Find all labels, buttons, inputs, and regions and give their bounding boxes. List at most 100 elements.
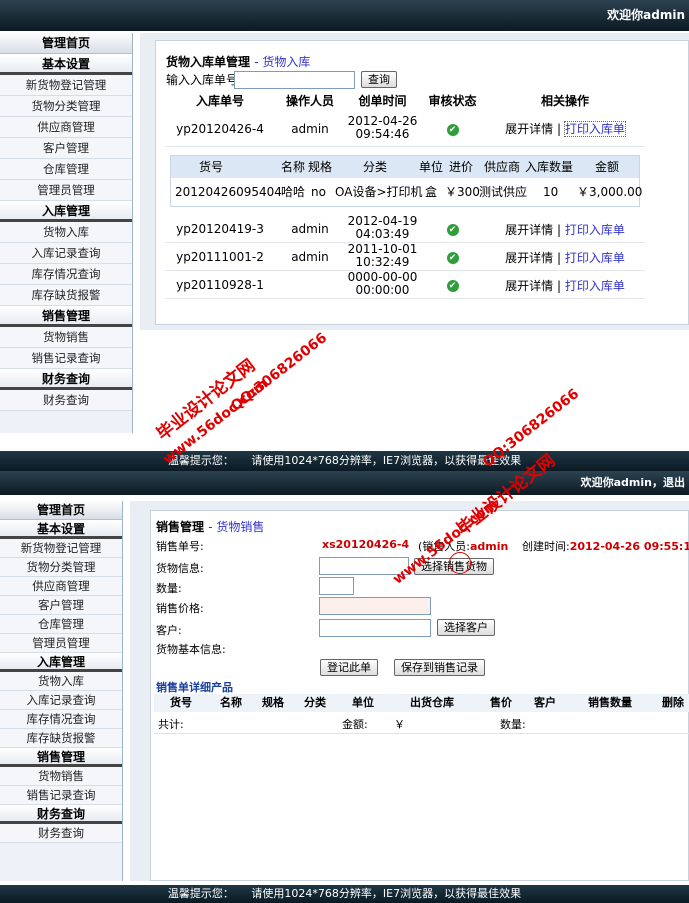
inbound-title-text: 货物入库单管理 <box>166 55 251 69</box>
expand-detail-link[interactable]: 展开详情 <box>505 279 553 293</box>
sidebar-item[interactable]: 客户管理 <box>0 138 132 159</box>
status-check-icon: ✔ <box>420 121 485 136</box>
price-label: 销售价格: <box>156 602 204 615</box>
sub-col: 供应商 <box>484 160 521 174</box>
detail-col: 删除 <box>662 696 684 709</box>
detail-col: 分类 <box>304 696 326 709</box>
staff-value: admin <box>470 540 509 553</box>
sub-cell: 盒 <box>425 185 438 199</box>
sidebar-item[interactable]: 入库记录查询 <box>0 691 122 710</box>
sub-cell: OA设备>打印机 <box>335 185 423 199</box>
sidebar-item[interactable]: 货物分类管理 <box>0 96 132 117</box>
register-button[interactable]: 登记此单 <box>320 659 378 676</box>
sidebar-item[interactable]: 新货物登记管理 <box>0 539 122 558</box>
row-clock: 04:03:49 <box>355 227 410 241</box>
sidebar-item[interactable]: 管理员管理 <box>0 634 122 653</box>
customer-input[interactable] <box>319 619 431 637</box>
sidebar-item[interactable]: 入库管理 <box>0 653 122 672</box>
save-sale-button[interactable]: 保存到销售记录 <box>394 659 485 676</box>
sidebar-bottom: 管理首页 基本设置 新货物登记管理 货物分类管理 供应商管理 客户管理 仓库管理 管理员管理入… <box>0 501 123 881</box>
sidebar-item[interactable]: 基本设置 <box>0 54 132 75</box>
sidebar-item[interactable]: 基本设置 <box>0 520 122 539</box>
sidebar-item[interactable]: 货物入库 <box>0 672 122 691</box>
detail-col: 名称 <box>220 696 242 709</box>
top-header-bar-2: 欢迎你admin，退出 <box>0 471 689 495</box>
print-inbound-link[interactable]: 打印入库单 <box>565 279 625 293</box>
total-label: 共计: <box>158 718 184 731</box>
sidebar-item[interactable]: 管理员管理 <box>0 180 132 201</box>
sidebar-item[interactable]: 财务查询 <box>0 369 132 390</box>
inbound-search-input[interactable] <box>234 71 355 89</box>
select-customer-button[interactable]: 选择客户 <box>437 619 495 636</box>
sidebar-item[interactable]: 仓库管理 <box>0 159 132 180</box>
sidebar-item[interactable]: 库存情况查询 <box>0 264 132 285</box>
qty-input[interactable] <box>319 577 354 595</box>
sub-cell: no <box>311 185 326 199</box>
sale-title: 销售管理 - 货物销售 <box>156 518 264 535</box>
sidebar-item[interactable]: 供应商管理 <box>0 577 122 596</box>
row-time: 2012-04-26 09:54:46 <box>345 115 420 141</box>
row-actions: 展开详情 | 打印入库单 <box>485 277 645 294</box>
row-id: yp20120426-4 <box>176 122 264 136</box>
row-id: yp20120419-3 <box>176 222 264 236</box>
sub-col: 分类 <box>363 160 388 174</box>
basic-info-label: 货物基本信息: <box>156 643 226 656</box>
expand-detail-link[interactable]: 展开详情 <box>505 223 553 237</box>
detail-table-header: 货号 名称 规格 分类 单位 出货仓库 售价 客户 销售数量 删除 <box>154 694 689 712</box>
sidebar-item[interactable]: 客户管理 <box>0 596 122 615</box>
sidebar-item[interactable]: 销售管理 <box>0 306 132 327</box>
detail-title: 销售单详细产品 <box>156 681 233 694</box>
sidebar-item[interactable]: 货物销售 <box>0 767 122 786</box>
inbound-title: 货物入库单管理 - 货物入库 <box>166 53 310 70</box>
qty-label: 数量: <box>156 582 182 595</box>
welcome-text: 欢迎你admin <box>607 8 685 22</box>
sidebar-item[interactable]: 库存缺货报警 <box>0 729 122 748</box>
sub-cell: 测试供应 <box>479 185 528 199</box>
sidebar-item[interactable]: 销售管理 <box>0 748 122 767</box>
sale-no-value: xs20120426-4 <box>322 538 410 551</box>
search-button[interactable]: 查询 <box>361 71 397 88</box>
sidebar-item[interactable]: 财务查询 <box>0 390 132 411</box>
row-time: 0000-00-00 00:00:00 <box>345 271 420 297</box>
sidebar-item[interactable]: 管理首页 <box>0 501 122 520</box>
row-time: 2011-10-01 10:32:49 <box>345 243 420 269</box>
row-actions: 展开详情 | 打印入库单 <box>485 249 645 266</box>
table-row: yp20110928-1 0000-00-00 00:00:00 ✔ 展开详情 |… <box>165 271 645 299</box>
expand-detail-link[interactable]: 展开详情 <box>505 251 553 265</box>
col-status: 审核状态 <box>428 94 477 108</box>
sub-table: 货号 名称 规格 分类 单位 进价 供应商 入库数量 金额 2012042609… <box>170 155 643 207</box>
sidebar-item[interactable]: 供应商管理 <box>0 117 132 138</box>
sidebar-item[interactable]: 财务查询 <box>0 824 122 843</box>
price-input[interactable] <box>319 597 431 615</box>
sidebar-item[interactable]: 库存缺货报警 <box>0 285 132 306</box>
sidebar-item[interactable]: 管理首页 <box>0 33 132 54</box>
sidebar-item[interactable]: 货物入库 <box>0 222 132 243</box>
sidebar-top: 管理首页 基本设置 新货物登记管理 货物分类管理 供应商管理 客户管理 仓库管理 管理员管理入… <box>0 33 133 433</box>
sub-col: 名称 <box>281 160 306 174</box>
highlight-circle <box>449 552 471 574</box>
col-time: 创单时间 <box>358 94 407 108</box>
sidebar-item[interactable]: 入库记录查询 <box>0 243 132 264</box>
sidebar-item[interactable]: 新货物登记管理 <box>0 75 132 96</box>
sidebar-item[interactable]: 销售记录查询 <box>0 786 122 805</box>
sale-sub: - 货物销售 <box>208 520 265 534</box>
print-inbound-link[interactable]: 打印入库单 <box>563 121 626 137</box>
sidebar-item[interactable]: 销售记录查询 <box>0 348 132 369</box>
sidebar-item[interactable]: 入库管理 <box>0 201 132 222</box>
goods-label: 货物信息: <box>156 562 204 575</box>
count-label: 数量: <box>500 718 526 731</box>
row-op: admin <box>291 222 329 236</box>
status-check-icon: ✔ <box>420 249 485 264</box>
row-id: yp20111001-2 <box>176 250 264 264</box>
sidebar-item[interactable]: 仓库管理 <box>0 615 122 634</box>
sidebar-item[interactable]: 货物分类管理 <box>0 558 122 577</box>
sidebar-item[interactable]: 财务查询 <box>0 805 122 824</box>
status-check-icon: ✔ <box>420 221 485 236</box>
expand-detail-link[interactable]: 展开详情 <box>505 122 553 136</box>
print-inbound-link[interactable]: 打印入库单 <box>565 223 625 237</box>
print-inbound-link[interactable]: 打印入库单 <box>565 251 625 265</box>
sub-cell: ￥3,000.00 <box>577 185 643 199</box>
sidebar-item[interactable]: 货物销售 <box>0 327 132 348</box>
amount-value: ￥ <box>394 718 405 731</box>
sidebar-item[interactable]: 库存情况查询 <box>0 710 122 729</box>
